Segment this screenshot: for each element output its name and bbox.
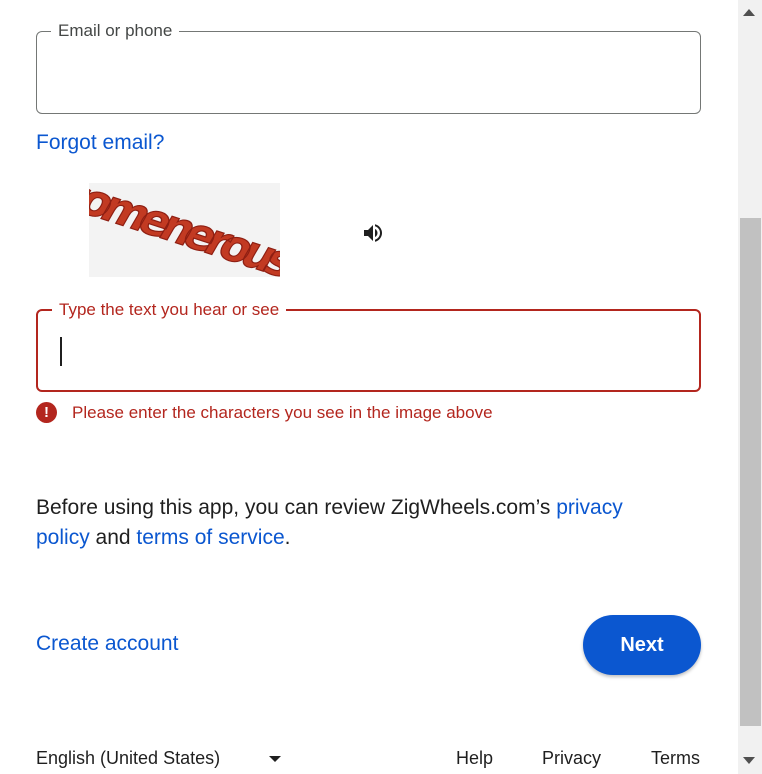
terms-link[interactable]: Terms — [651, 748, 700, 769]
language-label: English (United States) — [36, 748, 221, 768]
email-field[interactable]: Email or phone — [36, 21, 701, 114]
next-button[interactable]: Next — [583, 615, 701, 675]
scroll-up-arrow-icon[interactable] — [743, 9, 755, 16]
captcha-error: ! Please enter the characters you see in… — [36, 402, 493, 423]
consent-prefix: Before using this app, you can review Zi… — [36, 496, 557, 519]
help-link[interactable]: Help — [456, 748, 493, 769]
captcha-input-label: Type the text you hear or see — [52, 300, 287, 320]
speaker-icon — [364, 224, 382, 242]
scrollbar[interactable] — [738, 0, 762, 774]
terms-of-service-link[interactable]: terms of service — [136, 526, 284, 549]
captcha-input[interactable]: Type the text you hear or see — [36, 300, 701, 392]
consent-suffix: . — [284, 526, 291, 549]
email-field-label: Email or phone — [51, 21, 180, 41]
captcha-image: somenerous — [89, 183, 280, 277]
consent-middle: and — [89, 526, 137, 549]
create-account-link[interactable]: Create account — [36, 632, 178, 656]
captcha-text: somenerous — [89, 183, 280, 277]
chevron-down-icon — [269, 755, 282, 762]
text-cursor — [60, 337, 62, 366]
scroll-down-arrow-icon[interactable] — [743, 757, 755, 764]
forgot-email-link[interactable]: Forgot email? — [36, 131, 164, 155]
error-message: Please enter the characters you see in t… — [72, 402, 493, 422]
consent-text: Before using this app, you can review Zi… — [36, 493, 676, 553]
privacy-link[interactable]: Privacy — [542, 748, 601, 769]
audio-captcha-button[interactable] — [361, 221, 385, 245]
scrollbar-thumb[interactable] — [740, 218, 761, 726]
language-select[interactable]: English (United States) — [36, 748, 282, 769]
error-icon: ! — [36, 402, 57, 423]
